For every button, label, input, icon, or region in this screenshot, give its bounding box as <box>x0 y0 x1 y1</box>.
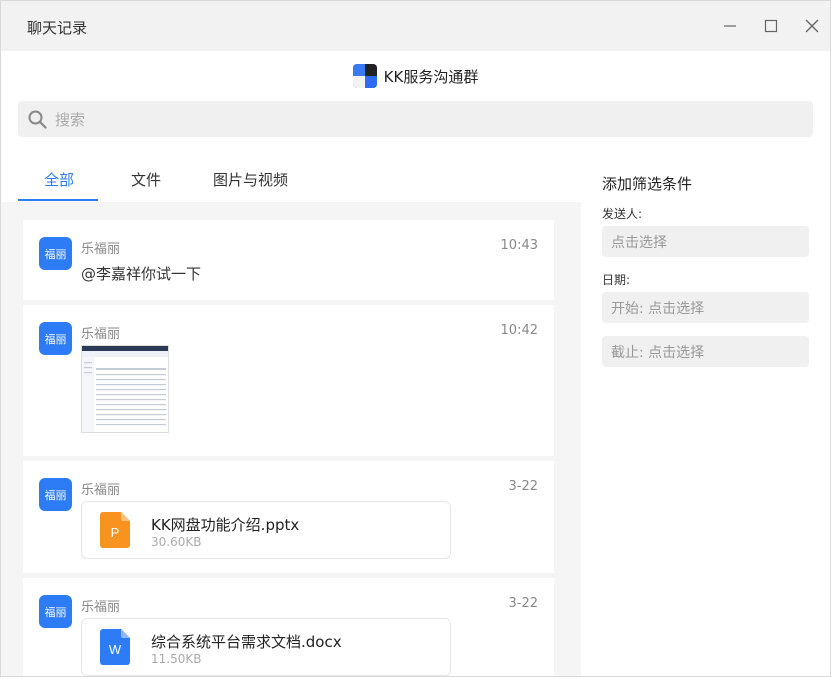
image-thumbnail[interactable] <box>81 345 169 433</box>
tab-all[interactable]: 全部 <box>44 169 74 190</box>
group-header: KK服务沟通群 <box>1 61 830 91</box>
sender-name: 乐福丽 <box>81 600 121 615</box>
file-attachment[interactable]: P KK网盘功能介绍.pptx 30.60KB <box>81 501 451 559</box>
avatar: 福丽 <box>39 322 72 355</box>
file-name: 综合系统平台需求文档.docx <box>151 633 342 651</box>
pptx-file-icon: P <box>100 512 130 548</box>
sender-name: 乐福丽 <box>81 242 121 257</box>
tab-files[interactable]: 文件 <box>131 169 161 190</box>
svg-text:W: W <box>109 642 122 657</box>
file-name: KK网盘功能介绍.pptx <box>151 516 300 534</box>
filter-title: 添加筛选条件 <box>602 175 693 193</box>
message-item[interactable]: 福丽 乐福丽 3-22 W 综合系统平台需求文档.docx 11.50KB <box>23 578 554 676</box>
file-size: 30.60KB <box>151 535 202 549</box>
minimize-icon <box>724 25 736 27</box>
message-time: 10:42 <box>500 323 538 338</box>
date-filter-label: 日期: <box>602 273 631 287</box>
group-name: KK服务沟通群 <box>383 67 479 86</box>
chat-history-window: 聊天记录 KK服务沟通群 全部 文件 图片与视频 福丽 乐 <box>0 0 831 677</box>
message-text: @李嘉祥你试一下 <box>81 265 202 283</box>
window-title: 聊天记录 <box>27 19 88 37</box>
sender-filter-input[interactable]: 点击选择 <box>602 226 809 257</box>
search-icon <box>28 110 47 129</box>
start-date-input[interactable]: 开始: 点击选择 <box>602 292 809 323</box>
message-time: 10:43 <box>500 238 538 253</box>
sender-name: 乐福丽 <box>81 327 121 342</box>
message-item[interactable]: 福丽 乐福丽 10:42 <box>23 305 554 456</box>
tab-images-videos[interactable]: 图片与视频 <box>213 169 288 190</box>
group-avatar <box>352 64 377 88</box>
active-tab-indicator <box>18 199 98 201</box>
message-time: 3-22 <box>508 596 538 611</box>
search-input[interactable] <box>53 101 797 139</box>
search-bar <box>18 101 813 139</box>
end-date-input[interactable]: 截止: 点击选择 <box>602 336 809 367</box>
svg-text:P: P <box>111 525 120 540</box>
file-attachment[interactable]: W 综合系统平台需求文档.docx 11.50KB <box>81 618 451 676</box>
close-icon <box>805 19 819 33</box>
minimize-button[interactable] <box>717 13 743 39</box>
sender-name: 乐福丽 <box>81 483 121 498</box>
docx-file-icon: W <box>100 629 130 665</box>
message-item[interactable]: 福丽 乐福丽 10:43 @李嘉祥你试一下 <box>23 220 554 300</box>
message-time: 3-22 <box>508 479 538 494</box>
maximize-icon <box>764 19 778 33</box>
sender-filter-label: 发送人: <box>602 207 643 221</box>
message-item[interactable]: 福丽 乐福丽 3-22 P KK网盘功能介绍.pptx 30.60KB <box>23 461 554 573</box>
file-size: 11.50KB <box>151 652 202 666</box>
avatar: 福丽 <box>39 237 72 270</box>
message-list[interactable]: 福丽 乐福丽 10:43 @李嘉祥你试一下 福丽 乐福丽 10:42 福丽 乐福… <box>1 202 581 676</box>
avatar: 福丽 <box>39 595 72 628</box>
close-button[interactable] <box>799 13 825 39</box>
screenshot-image <box>82 346 168 432</box>
maximize-button[interactable] <box>758 13 784 39</box>
title-bar: 聊天记录 <box>1 1 830 51</box>
avatar: 福丽 <box>39 478 72 511</box>
